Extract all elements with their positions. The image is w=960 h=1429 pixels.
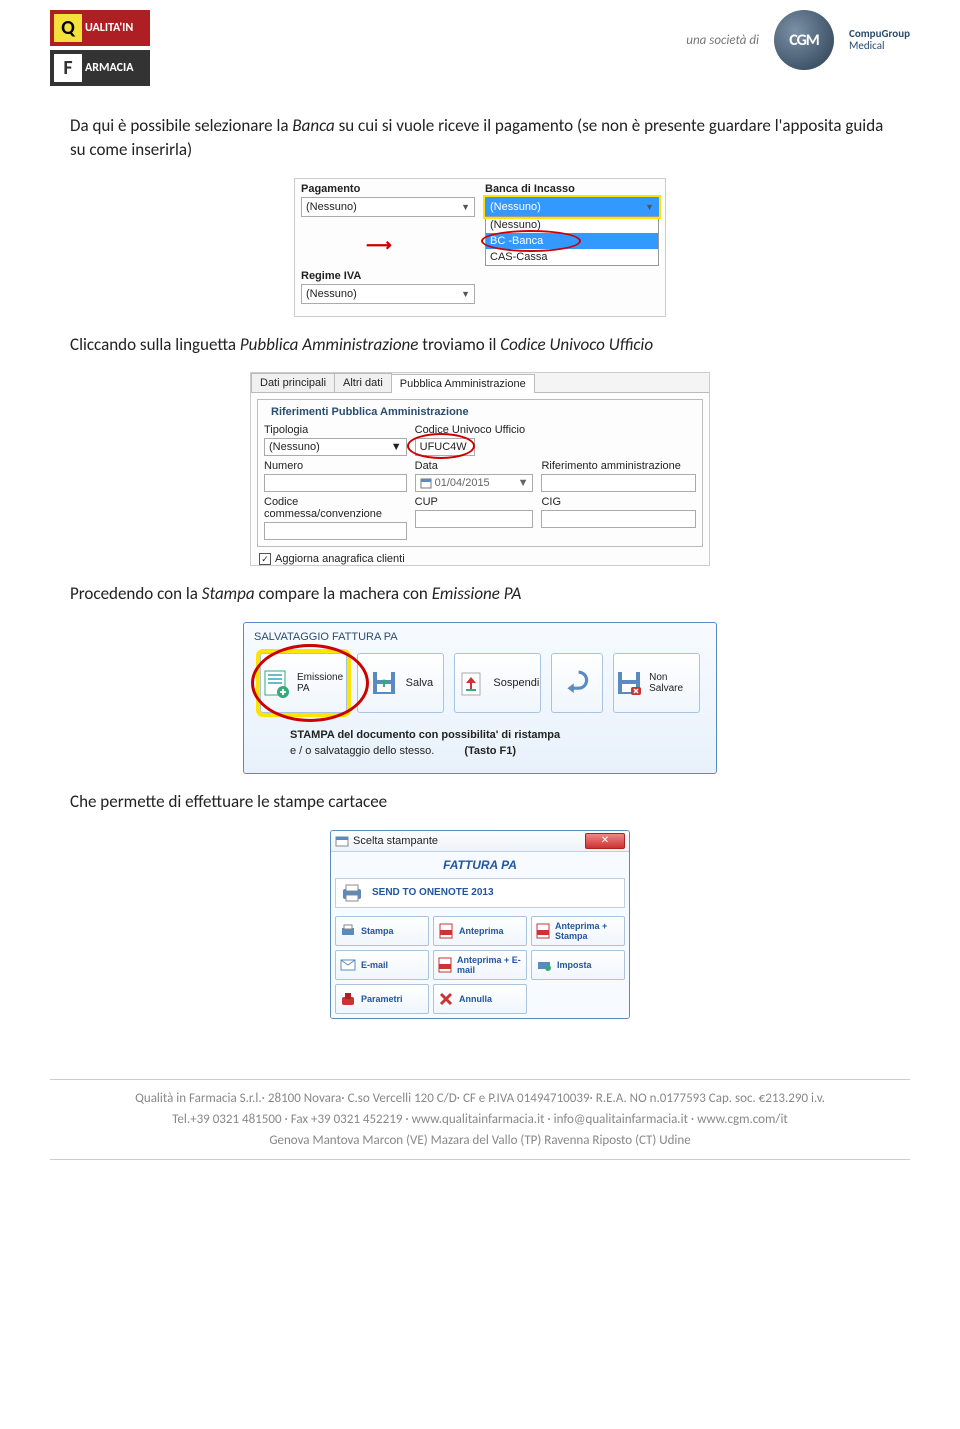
emissione-pa-button[interactable]: Emissione PA: [260, 653, 347, 713]
banca-dropdown: (Nessuno) BC -Banca ⟶ CAS-Cassa: [485, 216, 659, 266]
anteprima-button[interactable]: Anteprima: [433, 916, 527, 946]
chevron-down-icon: ▼: [461, 198, 470, 216]
suspend-icon: [455, 667, 487, 699]
pdf-icon: [438, 923, 454, 939]
annotation-arrow-icon: ⟶: [366, 235, 392, 256]
settings-printer-icon: [536, 957, 552, 973]
email-button[interactable]: E-mail: [335, 950, 429, 980]
banca-opt-cas[interactable]: CAS-Cassa: [486, 249, 658, 265]
logo-q-text: UALITA'IN: [85, 21, 133, 35]
cup-input[interactable]: [415, 510, 534, 528]
imposta-button[interactable]: Imposta: [531, 950, 625, 980]
regime-iva-label: Regime IVA: [301, 270, 475, 282]
page-footer: Qualità in Farmacia S.r.l.· 28100 Novara…: [0, 1079, 960, 1198]
data-input[interactable]: 01/04/2015 ▼: [415, 474, 534, 492]
footer-line-1: Qualità in Farmacia S.r.l.· 28100 Novara…: [50, 1088, 910, 1109]
non-salvare-button[interactable]: Non Salvare: [613, 653, 700, 713]
window-icon: [335, 834, 349, 848]
panel-pubblica-amministrazione: Dati principali Altri dati Pubblica Ammi…: [250, 372, 710, 566]
logo-q-letter: Q: [54, 14, 82, 42]
stampa-sub: e / o salvataggio dello stesso.(Tasto F1…: [250, 743, 710, 767]
chevron-down-icon: ▼: [645, 198, 654, 216]
save-icon: [368, 667, 400, 699]
numero-label: Numero: [264, 460, 407, 472]
banca-incasso-combo[interactable]: (Nessuno)▼: [485, 197, 659, 217]
stampa-description: STAMPA del documento con possibilita' di…: [250, 723, 710, 743]
pagamento-combo[interactable]: (Nessuno)▼: [301, 197, 475, 217]
tab-pubblica-amministrazione[interactable]: Pubblica Amministrazione: [391, 374, 535, 393]
riferimento-amm-label: Riferimento amministrazione: [541, 460, 696, 472]
window-title: Scelta stampante: [353, 835, 438, 847]
cig-input[interactable]: [541, 510, 696, 528]
fieldset-legend: Riferimenti Pubblica Amministrazione: [268, 406, 472, 418]
footer-cities: Genova Mantova Marcon (VE) Mazara del Va…: [50, 1130, 910, 1151]
annotation-circle-icon: [251, 644, 369, 722]
anteprima-stampa-button[interactable]: Anteprima + Stampa: [531, 916, 625, 946]
parametri-button[interactable]: Parametri: [335, 984, 429, 1014]
close-button[interactable]: ✕: [585, 833, 625, 849]
save-cancel-icon: [614, 667, 643, 699]
pdf-print-icon: [536, 923, 550, 939]
data-label: Data: [415, 460, 534, 472]
pdf-mail-icon: [438, 957, 452, 973]
back-button[interactable]: [551, 653, 603, 713]
mail-icon: [340, 957, 356, 973]
tipologia-label: Tipologia: [264, 424, 407, 436]
commessa-input[interactable]: [264, 522, 407, 540]
printer-icon: [340, 883, 364, 903]
printer-select-row[interactable]: SEND TO ONENOTE 2013: [335, 878, 625, 908]
anteprima-email-button[interactable]: Anteprima + E-mail: [433, 950, 527, 980]
paragraph-cartacee: Che permette di effettuare le stampe car…: [0, 782, 960, 822]
fattura-pa-heading: FATTURA PA: [335, 856, 625, 874]
logo-f-text: ARMACIA: [85, 61, 133, 75]
paragraph-pa: Cliccando sulla linguetta Pubblica Ammin…: [0, 325, 960, 365]
logo-qualita-farmacia: Q UALITA'IN F ARMACIA: [50, 10, 150, 86]
tipologia-combo[interactable]: (Nessuno)▼: [264, 438, 407, 456]
cup-label: CUP: [415, 496, 534, 508]
chevron-down-icon: ▼: [461, 285, 470, 303]
annulla-button[interactable]: Annulla: [433, 984, 527, 1014]
printer-icon: [340, 923, 356, 939]
panel-scelta-stampante: Scelta stampante ✕ FATTURA PA SEND TO ON…: [330, 830, 630, 1019]
pagamento-label: Pagamento: [301, 183, 475, 195]
undo-arrow-icon: [561, 667, 593, 699]
logo-f-letter: F: [54, 54, 82, 82]
cancel-icon: [438, 991, 454, 1007]
cgm-brand-text: CompuGroupMedical: [849, 28, 910, 52]
checkbox-checked-icon: ✓: [259, 553, 271, 565]
riferimento-amm-input[interactable]: [541, 474, 696, 492]
chevron-down-icon: ▼: [391, 439, 402, 455]
banca-opt-bc[interactable]: BC -Banca ⟶: [486, 233, 658, 249]
aggiorna-checkbox[interactable]: ✓ Aggiorna anagrafica clienti: [259, 553, 709, 565]
salva-button[interactable]: Salva: [357, 653, 444, 713]
panel-salvataggio-fattura: SALVATAGGIO FATTURA PA Emissione PA Salv…: [243, 622, 717, 774]
cig-label: CIG: [541, 496, 696, 508]
sospendi-button[interactable]: Sospendi: [454, 653, 541, 713]
societa-label: una società di: [686, 33, 759, 48]
commessa-label: Codice commessa/convenzione: [264, 496, 407, 520]
tab-altri-dati[interactable]: Altri dati: [334, 373, 392, 392]
cgm-logo-icon: CGM: [774, 10, 834, 70]
paragraph-banca: Da qui è possibile selezionare la Banca …: [0, 106, 960, 170]
footer-line-2: Tel.+39 0321 481500 · Fax +39 0321 45221…: [50, 1109, 910, 1130]
tab-dati-principali[interactable]: Dati principali: [251, 373, 335, 392]
calendar-icon: [420, 477, 432, 489]
tools-icon: [340, 991, 356, 1007]
stampa-button[interactable]: Stampa: [335, 916, 429, 946]
page-header: Q UALITA'IN F ARMACIA una società di CGM…: [0, 0, 960, 106]
paragraph-stampa: Procedendo con la Stampa compare la mach…: [0, 574, 960, 614]
chevron-down-icon: ▼: [518, 475, 529, 491]
numero-input[interactable]: [264, 474, 407, 492]
banca-label: Banca di Incasso: [485, 183, 659, 195]
regime-iva-combo[interactable]: (Nessuno)▼: [301, 284, 475, 304]
panel-pagamento-banca: Pagamento (Nessuno)▼ Banca di Incasso (N…: [294, 178, 666, 317]
banca-opt-nessuno[interactable]: (Nessuno): [486, 217, 658, 233]
